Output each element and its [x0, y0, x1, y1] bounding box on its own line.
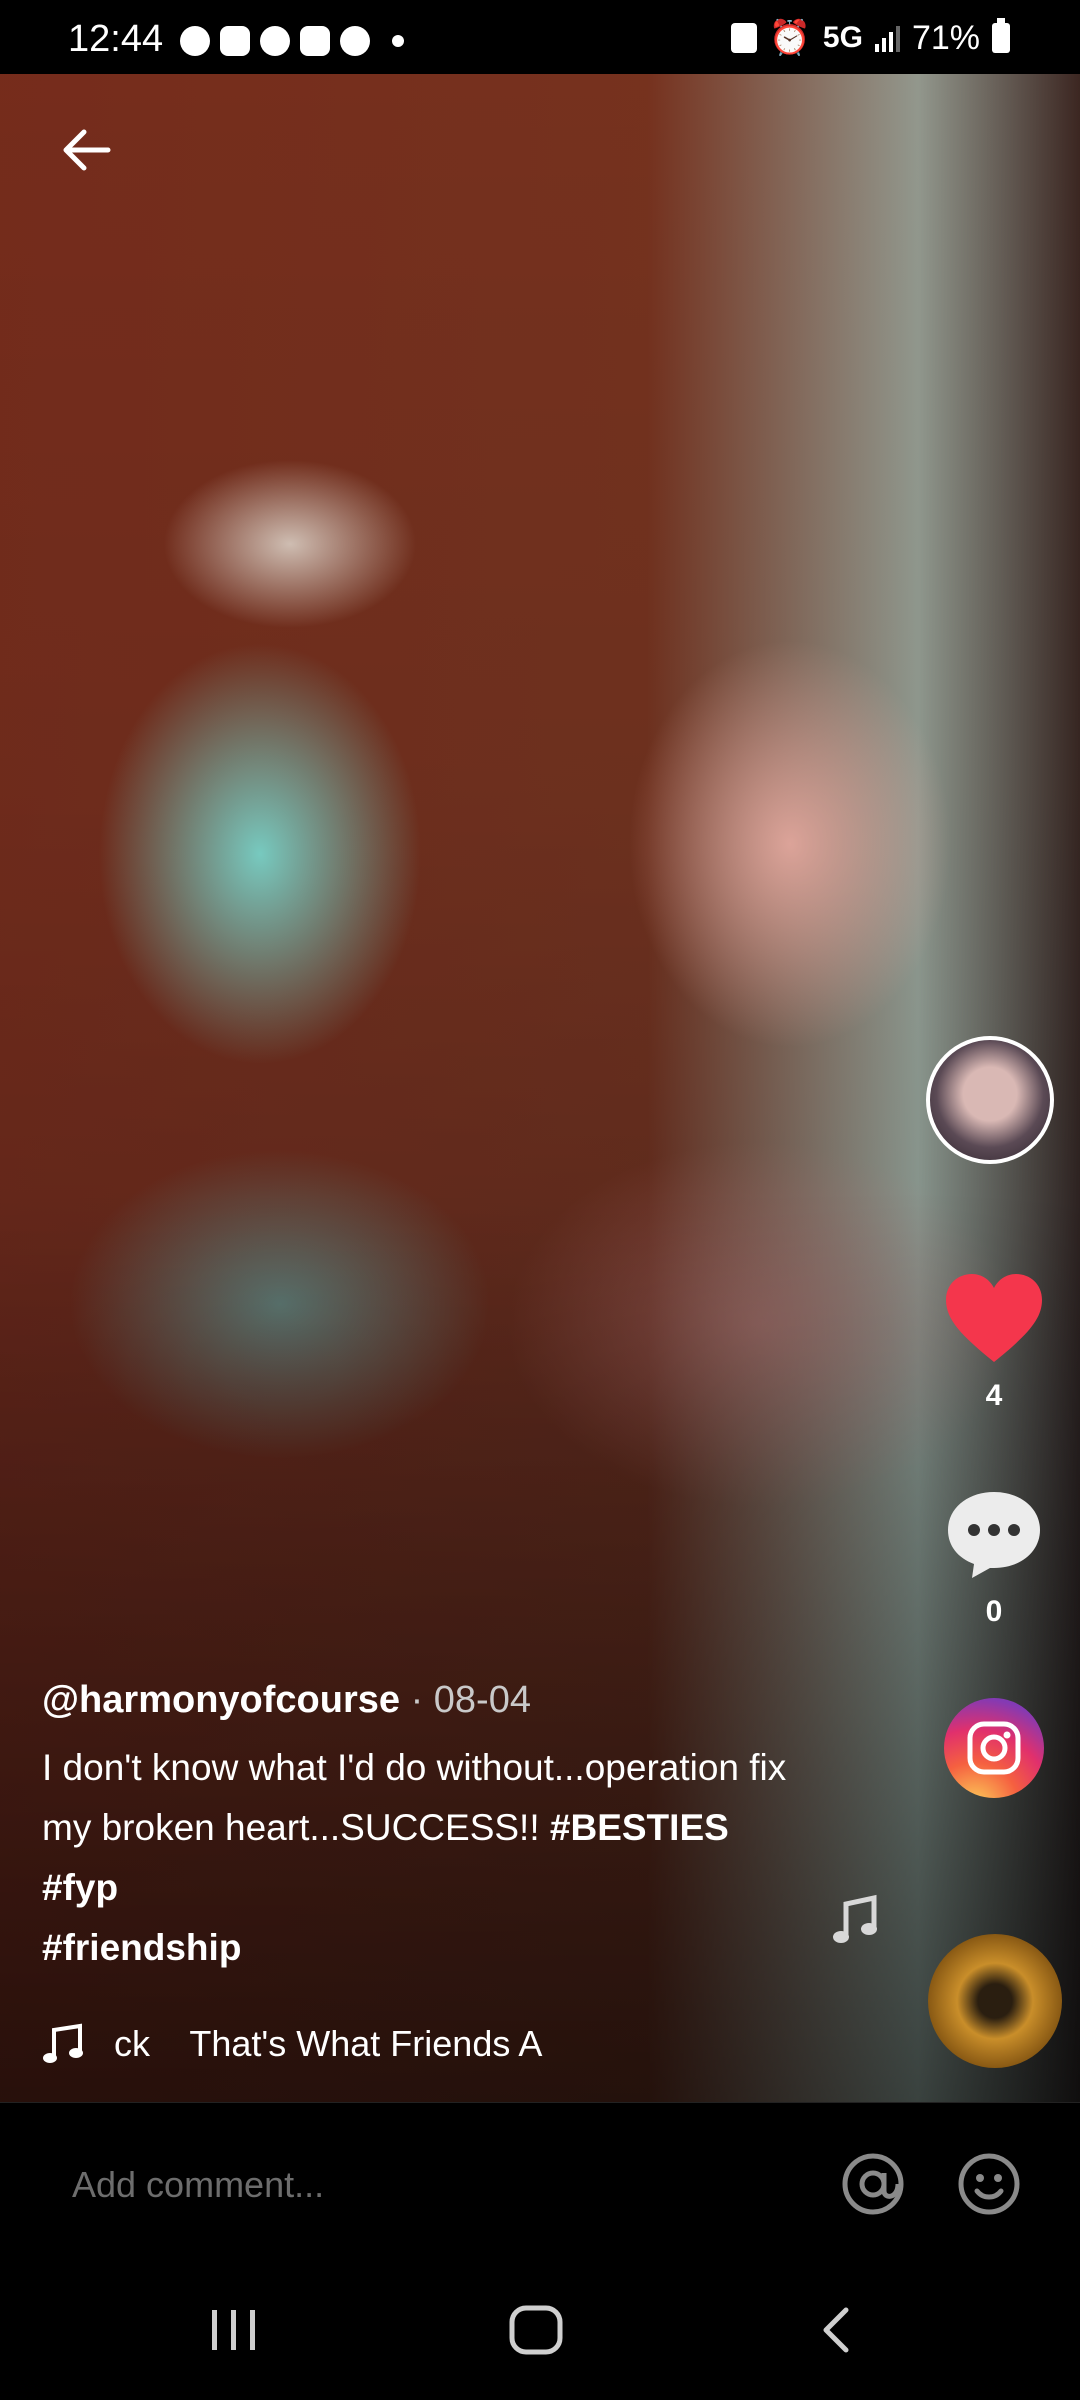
- like-button[interactable]: 4: [930, 1270, 1058, 1413]
- saver-icon: [730, 23, 757, 53]
- status-time: 12:44: [68, 18, 164, 60]
- post-date: · 08-04: [410, 1679, 531, 1721]
- chat-bubble-icon: [948, 1492, 1040, 1578]
- floating-music-note-icon: [833, 1894, 877, 1943]
- battery-percent: 71%: [911, 18, 980, 57]
- music-note-icon: [43, 2023, 83, 2063]
- alarm-icon: ⏰: [768, 19, 811, 57]
- more-notifications-icon: [392, 35, 404, 47]
- system-icons: ⏰ 5G 71%: [730, 18, 1010, 58]
- sound-title: ck That's What Friends A: [114, 2023, 543, 2064]
- recents-icon[interactable]: [204, 2302, 264, 2358]
- messenger-icon: [180, 26, 210, 56]
- comment-input[interactable]: [70, 2149, 774, 2221]
- system-nav-bar: [0, 2262, 1080, 2400]
- message-icon: [220, 26, 250, 56]
- instagram-icon: [967, 1721, 1021, 1775]
- like-count: 4: [985, 1379, 1003, 1412]
- post-description: I don't know what I'd do without...opera…: [42, 1738, 802, 1978]
- hashtag-friendship[interactable]: #friendship: [42, 1927, 241, 1968]
- smiley-icon[interactable]: [956, 2151, 1022, 2217]
- comment-bar: [0, 2102, 1080, 2263]
- battery-icon: [992, 18, 1010, 53]
- hashtag-besties[interactable]: #BESTIES: [550, 1807, 729, 1848]
- hashtag-fyp[interactable]: #fyp: [42, 1867, 118, 1908]
- facebook-icon: [340, 26, 370, 56]
- username-link[interactable]: @harmonyofcourse: [42, 1679, 400, 1721]
- creator-avatar[interactable]: [926, 1036, 1054, 1164]
- app-notification-icon: [300, 26, 330, 56]
- share-instagram-button[interactable]: [944, 1698, 1044, 1798]
- comment-count: 0: [985, 1595, 1003, 1628]
- signal-icon: [874, 24, 900, 52]
- network-type: 5G: [822, 21, 863, 54]
- status-bar: 12:44 ⏰ 5G 71%: [0, 0, 1080, 74]
- at-sign-icon[interactable]: [840, 2151, 906, 2217]
- post-caption: @harmonyofcourse · 08-04 I don't know wh…: [42, 1672, 802, 1978]
- snapchat-icon: [260, 26, 290, 56]
- arrow-left-icon[interactable]: [56, 120, 116, 180]
- sound-disc-button[interactable]: [928, 1934, 1062, 2068]
- username-row: @harmonyofcourse · 08-04: [42, 1672, 802, 1728]
- home-icon[interactable]: [506, 2302, 566, 2358]
- sound-row[interactable]: ck That's What Friends A: [42, 2016, 582, 2072]
- heart-icon: [946, 1274, 1042, 1362]
- back-nav-icon[interactable]: [808, 2302, 868, 2358]
- comment-button[interactable]: 0: [930, 1486, 1058, 1629]
- notification-icons: [180, 26, 404, 56]
